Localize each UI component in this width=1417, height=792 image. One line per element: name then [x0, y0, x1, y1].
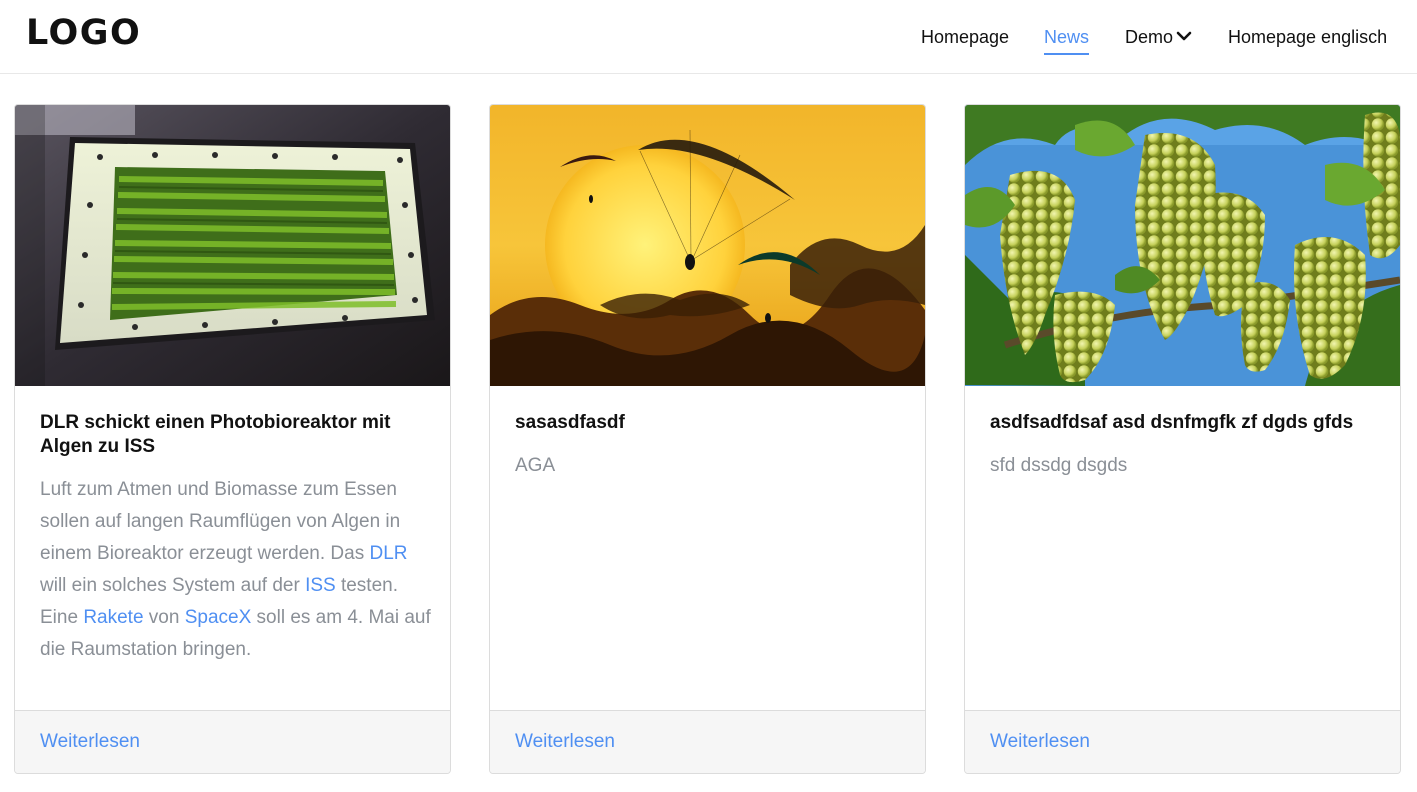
link-iss[interactable]: ISS [305, 575, 336, 596]
news-card: DLR schickt einen Photobioreaktor mit Al… [14, 104, 451, 774]
card-footer: Weiterlesen [965, 710, 1400, 773]
card-footer: Weiterlesen [490, 710, 925, 773]
card-title: sasasdfasdf [515, 412, 625, 433]
nav-item-news[interactable]: News [1044, 26, 1090, 55]
paragliders-image[interactable] [490, 105, 925, 386]
card-title: DLR schickt einen Photobioreaktor mit Al… [40, 412, 391, 457]
link-rakete[interactable]: Rakete [83, 607, 143, 628]
card-footer: Weiterlesen [15, 710, 450, 773]
news-card: sasasdfasdf AGA Weiterlesen [489, 104, 926, 774]
active-nav-underline [1044, 53, 1090, 55]
grapes-image[interactable] [965, 105, 1400, 386]
site-header: LOGO Homepage News Demo Homepage englisc… [0, 0, 1417, 74]
read-more-link[interactable]: Weiterlesen [515, 731, 615, 753]
nav-item-demo-label: Demo [1125, 27, 1174, 47]
card-text-segment: von [143, 607, 185, 628]
site-logo[interactable]: LOGO [26, 13, 141, 53]
chevron-down-icon [1176, 25, 1192, 47]
card-text-segment: Luft zum Atmen und Biomasse zum Essen so… [40, 479, 401, 564]
nav-item-demo[interactable]: Demo [1125, 26, 1192, 49]
card-text: AGA [515, 455, 556, 476]
photobioreactor-image[interactable] [15, 105, 450, 386]
nav-item-news-label: News [1044, 27, 1090, 47]
link-dlr[interactable]: DLR [370, 543, 408, 564]
card-text: sfd dssdg dsgds [990, 455, 1128, 476]
card-text: Luft zum Atmen und Biomasse zum Essen so… [40, 474, 435, 666]
nav-item-homepage[interactable]: Homepage [921, 26, 1009, 48]
read-more-link[interactable]: Weiterlesen [40, 731, 140, 753]
news-card: asdfsadfdsaf asd dsnfmgfk zf dgds gfds s… [964, 104, 1401, 774]
card-title: asdfsadfdsaf asd dsnfmgfk zf dgds gfds [990, 412, 1354, 433]
read-more-link[interactable]: Weiterlesen [990, 731, 1090, 753]
card-text-segment: will ein solches System auf der [40, 575, 306, 596]
link-spacex[interactable]: SpaceX [185, 607, 252, 628]
nav-item-homepage-englisch[interactable]: Homepage englisch [1228, 26, 1387, 48]
